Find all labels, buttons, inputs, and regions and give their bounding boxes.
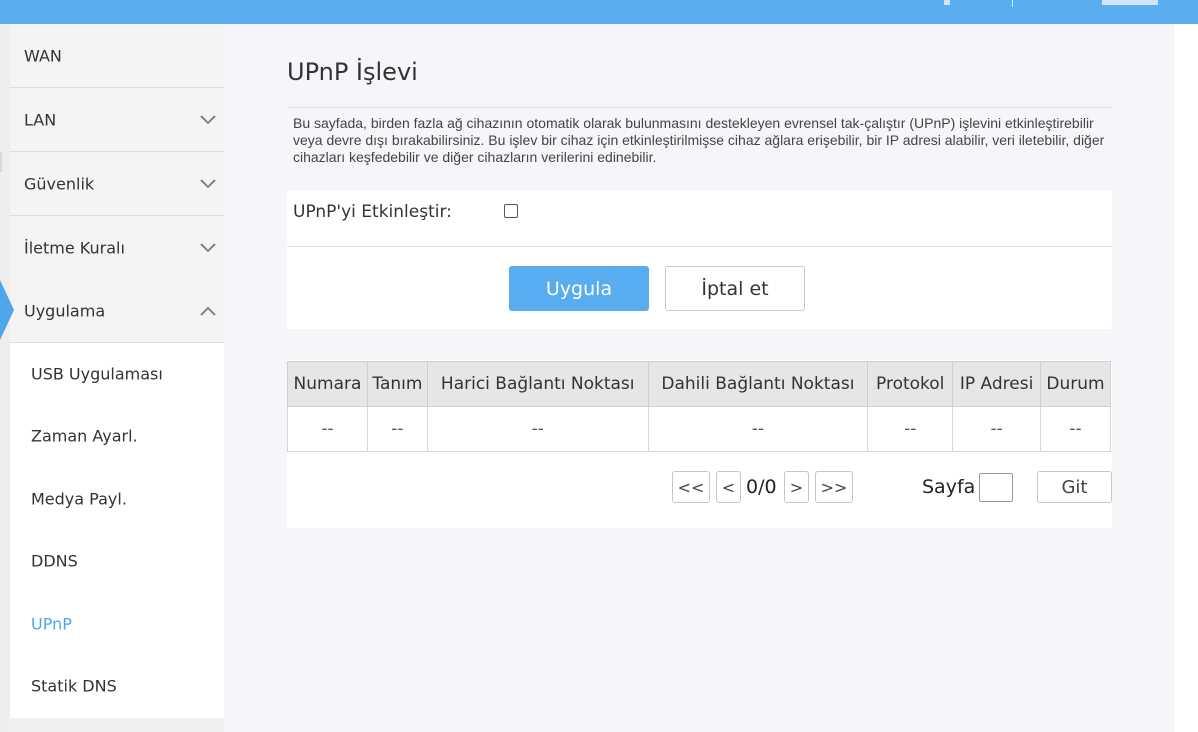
sidebar-subitem-label: USB Uygulaması [31,364,163,384]
sidebar-item-label: Güvenlik [24,174,95,193]
sidebar-item-label: İletme Kuralı [24,238,125,257]
header-text-fragment [944,0,950,5]
sidebar-item-medya-payl[interactable]: Medya Payl. [10,468,224,530]
table-row: -- -- -- -- -- -- -- [287,406,1111,452]
prev-page-button[interactable]: < [716,471,741,503]
cancel-button[interactable]: İptal et [665,266,805,311]
chevron-down-icon [200,114,216,124]
sidebar-subitem-label: Statik DNS [31,676,117,696]
column-header-numara: Numara [287,361,368,407]
enable-upnp-checkbox[interactable] [504,204,518,218]
sidebar-item-label: WAN [24,46,62,65]
enable-upnp-label: UPnP'yi Etkinleştir: [293,202,452,222]
chevron-up-icon [200,306,216,316]
sidebar-item-lan[interactable]: LAN [10,88,224,152]
page-description: Bu sayfada, birden fazla ağ cihazının ot… [293,115,1105,165]
sidebar-item-usb-uygulamasi[interactable]: USB Uygulaması [10,343,224,405]
sidebar: WAN LAN Güvenlik İletme Kuralı Uygulama … [10,24,224,732]
next-page-button[interactable]: > [784,471,809,503]
chevron-down-icon [200,242,216,252]
sidebar-subitem-label: Zaman Ayarl. [31,426,138,446]
sidebar-item-upnp[interactable]: UPnP [10,593,224,655]
sidebar-item-iletme-kurali[interactable]: İletme Kuralı [10,216,224,280]
page-status: 0/0 [746,476,777,498]
sidebar-item-uygulama[interactable]: Uygulama [10,279,224,343]
sidebar-item-wan[interactable]: WAN [10,24,224,88]
table-cell: -- [952,406,1042,452]
edge-mark [0,152,2,172]
header-separator [1012,0,1013,7]
sidebar-subitem-label: DDNS [31,551,78,571]
table-cell: -- [366,406,428,452]
table-header-row: Numara Tanım Harici Bağlantı Noktası Dah… [287,361,1111,407]
upnp-settings-panel: UPnP'yi Etkinleştir: Uygula İptal et [287,190,1112,329]
page-number-input[interactable] [979,473,1013,502]
table-cell: -- [867,406,954,452]
title-divider [287,107,1112,108]
first-page-button[interactable]: << [672,471,710,503]
column-header-durum: Durum [1040,361,1111,407]
apply-button[interactable]: Uygula [509,266,649,311]
sidebar-item-ddns[interactable]: DDNS [10,530,224,592]
panel-divider [287,246,1112,247]
column-header-tanim: Tanım [366,361,428,407]
page-title: UPnP İşlevi [287,58,418,86]
page-label: Sayfa [922,476,976,498]
sidebar-item-label: Uygulama [24,301,106,320]
sidebar-item-label: LAN [24,110,57,129]
upnp-mappings-table: Numara Tanım Harici Bağlantı Noktası Dah… [287,361,1111,452]
header-text-fragment [1102,0,1158,5]
table-cell: -- [426,406,649,452]
sidebar-footer [10,718,224,732]
last-page-button[interactable]: >> [815,471,853,503]
sidebar-item-guvenlik[interactable]: Güvenlik [10,152,224,216]
column-header-harici-port: Harici Bağlantı Noktası [426,361,649,407]
sidebar-item-statik-dns[interactable]: Statik DNS [10,655,224,717]
table-cell: -- [1040,406,1111,452]
table-cell: -- [287,406,368,452]
sidebar-item-zaman-ayarl[interactable]: Zaman Ayarl. [10,405,224,467]
left-edge-strip [0,24,10,732]
chevron-down-icon [200,178,216,188]
column-header-ip-adresi: IP Adresi [952,361,1042,407]
table-cell: -- [647,406,869,452]
upnp-table-panel: Numara Tanım Harici Bağlantı Noktası Dah… [287,360,1112,528]
active-section-pointer-icon [0,280,14,340]
right-gutter [1174,24,1198,732]
column-header-dahili-port: Dahili Bağlantı Noktası [647,361,869,407]
top-header-bar [0,0,1198,24]
sidebar-subitem-label: Medya Payl. [31,489,127,509]
go-button[interactable]: Git [1037,471,1112,503]
sidebar-subitem-label: UPnP [31,614,72,634]
column-header-protokol: Protokol [867,361,954,407]
